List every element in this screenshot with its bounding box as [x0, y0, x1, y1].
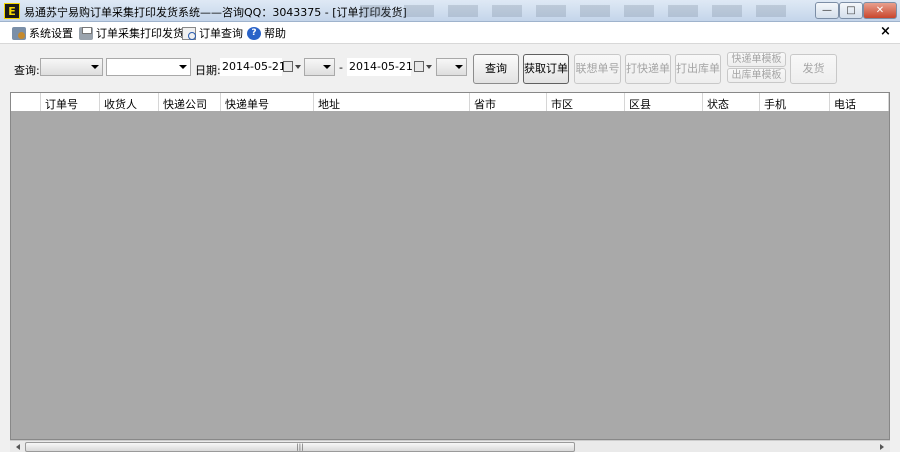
gear-icon: [12, 26, 26, 40]
menu-label: 帮助: [264, 27, 286, 40]
query-button[interactable]: 查询: [473, 54, 519, 84]
app-logo-icon: E: [4, 3, 20, 19]
scroll-left-icon[interactable]: [16, 444, 20, 450]
column-header[interactable]: 状态: [703, 93, 760, 111]
menu-label: 订单查询: [199, 27, 243, 40]
fetch-orders-button[interactable]: 获取订单: [523, 54, 569, 84]
column-header[interactable]: 快递单号: [221, 93, 314, 111]
calendar-icon[interactable]: [283, 60, 301, 74]
calendar-icon[interactable]: [414, 60, 432, 74]
menu-order-print-ship[interactable]: 订单采集打印发货: [79, 25, 184, 41]
grid-header: 订单号 收货人 快递公司 快递单号 地址 省市 市区 区县 状态 手机 电话: [11, 93, 889, 111]
ship-button[interactable]: 发货: [790, 54, 837, 84]
help-icon: ?: [247, 26, 261, 40]
maximize-button[interactable]: □: [839, 2, 863, 19]
toolbar: 查询: 日期: 2014-05-21 - 2014-05-21 查询 获取订单 …: [0, 44, 900, 92]
close-window-button[interactable]: ✕: [863, 2, 897, 19]
chevron-down-icon: [91, 65, 99, 69]
time-from-select[interactable]: [304, 58, 335, 76]
column-header[interactable]: 省市: [470, 93, 547, 111]
column-header[interactable]: 地址: [314, 93, 470, 111]
scroll-right-icon[interactable]: [880, 444, 884, 450]
date-to-input[interactable]: 2014-05-21: [347, 58, 413, 76]
date-label: 日期:: [195, 64, 221, 77]
outbound-template-button[interactable]: 出库单模板: [727, 68, 786, 83]
minimize-button[interactable]: —: [815, 2, 839, 19]
chevron-down-icon: [179, 65, 187, 69]
associate-number-button[interactable]: 联想单号: [574, 54, 621, 84]
chevron-down-icon: [323, 65, 331, 69]
column-header[interactable]: 区县: [625, 93, 703, 111]
date-range-separator: -: [339, 61, 343, 74]
menu-order-query[interactable]: 订单查询: [182, 25, 243, 41]
query-field-select[interactable]: [40, 58, 103, 76]
column-header[interactable]: 快递公司: [159, 93, 221, 111]
column-header[interactable]: 收货人: [100, 93, 159, 111]
print-express-button[interactable]: 打快递单: [625, 54, 671, 84]
row-header-corner: [11, 93, 41, 111]
print-outbound-button[interactable]: 打出库单: [675, 54, 721, 84]
column-header[interactable]: 电话: [830, 93, 889, 111]
query-label: 查询:: [14, 64, 40, 77]
title-bar-background: [360, 5, 800, 17]
query-value-combo[interactable]: [106, 58, 191, 76]
column-header[interactable]: 市区: [547, 93, 625, 111]
menu-system-settings[interactable]: 系统设置: [12, 25, 73, 41]
time-to-select[interactable]: [436, 58, 467, 76]
date-from-input[interactable]: 2014-05-21: [220, 58, 286, 76]
left-frame: [0, 92, 10, 452]
printer-icon: [79, 26, 93, 40]
menu-bar: 系统设置 订单采集打印发货 订单查询 ? 帮助 ×: [0, 22, 900, 44]
window-title: 易通苏宁易购订单采集打印发货系统——咨询QQ：3043375 - [订单打印发货…: [24, 6, 407, 19]
column-header[interactable]: 订单号: [41, 93, 100, 111]
menu-label: 系统设置: [29, 27, 73, 40]
column-header[interactable]: 手机: [760, 93, 830, 111]
order-grid[interactable]: 订单号 收货人 快递公司 快递单号 地址 省市 市区 区县 状态 手机 电话: [10, 92, 890, 440]
menu-label: 订单采集打印发货: [96, 27, 184, 40]
right-frame: [890, 92, 900, 452]
search-doc-icon: [182, 26, 196, 40]
menu-help[interactable]: ? 帮助: [247, 25, 286, 41]
title-bar: E 易通苏宁易购订单采集打印发货系统——咨询QQ：3043375 - [订单打印…: [0, 0, 900, 22]
chevron-down-icon: [455, 65, 463, 69]
close-tab-icon[interactable]: ×: [880, 24, 891, 39]
scrollbar-thumb[interactable]: |||: [25, 442, 575, 452]
horizontal-scrollbar[interactable]: |||: [10, 440, 890, 452]
express-template-button[interactable]: 快递单模板: [727, 52, 786, 67]
